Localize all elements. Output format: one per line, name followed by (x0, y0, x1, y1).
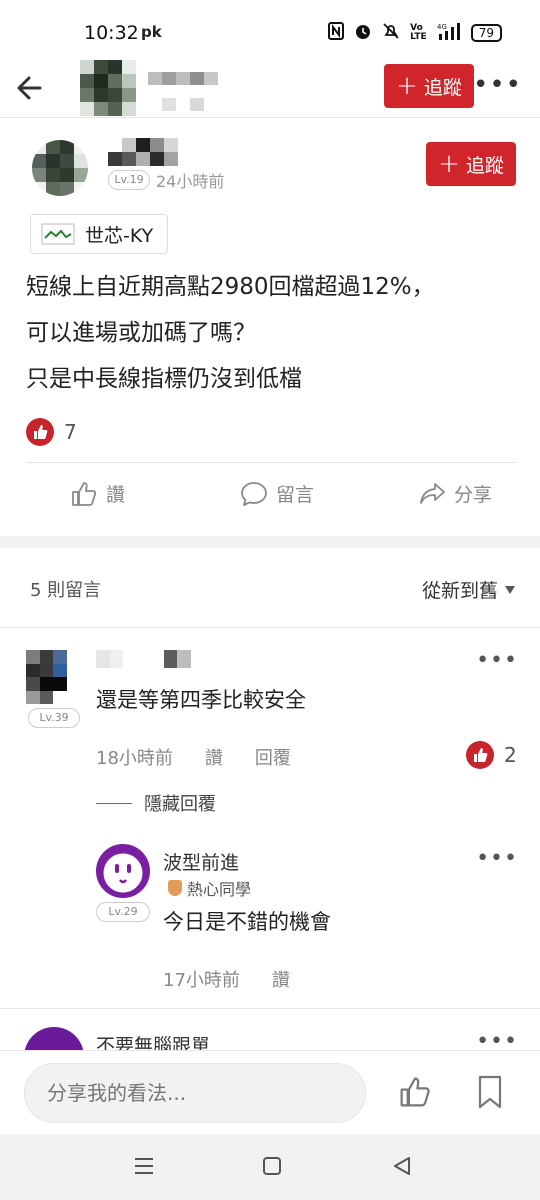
hide-replies-button[interactable]: 隱藏回覆 (96, 790, 216, 816)
comment-more-icon[interactable]: ••• (476, 1029, 518, 1052)
home-icon[interactable] (260, 1154, 284, 1182)
signal-icon: 4G (437, 22, 461, 44)
comment-like-count: 2 (504, 743, 517, 767)
post-author-avatar[interactable] (32, 140, 88, 196)
status-time: 10:32 (84, 22, 139, 44)
back-button[interactable] (14, 70, 50, 106)
comment-more-icon[interactable]: ••• (476, 648, 518, 673)
header-author-name[interactable] (148, 72, 218, 112)
like-icon (26, 418, 54, 446)
comment-time: 18小時前 (96, 748, 173, 769)
comment-like-summary[interactable]: 2 (466, 741, 517, 769)
comment-text: 還是等第四季比較安全 (96, 688, 306, 712)
header-follow-button[interactable]: + 追蹤 (384, 64, 474, 108)
reply-like-button[interactable]: 讚 (272, 966, 290, 992)
like-label: 讚 (106, 484, 126, 506)
comment-level-badge: Lv.39 (28, 708, 80, 728)
reply-badge-label: 熱心同學 (187, 880, 252, 899)
post-action-bar: 讚 留言 分享 (0, 480, 540, 520)
divider (26, 462, 516, 463)
follow-label: 追蹤 (423, 76, 462, 99)
sort-label: 從新到舊 (421, 580, 498, 602)
reply-text: 今日是不錯的機會 (163, 910, 331, 934)
author-level-badge: Lv.19 (108, 170, 150, 190)
like-icon (466, 741, 494, 769)
back-arrow-icon (17, 76, 42, 100)
comment-author-name[interactable] (96, 650, 206, 670)
reply-author-name[interactable]: 波型前進 (163, 848, 239, 875)
comment-author-avatar[interactable] (26, 650, 80, 704)
stock-tag[interactable]: 世芯-KY (30, 214, 169, 254)
top-app-bar: + 追蹤 ••• (0, 60, 540, 118)
plus-icon: + (396, 71, 418, 101)
post-body-line: 可以進場或加碼了嗎？ (26, 320, 256, 346)
post-body-line: 只是中長線指標仍沒到低檔 (26, 366, 302, 392)
share-label: 分享 (454, 484, 493, 506)
post-body: 短線上自近期高點2980回檔超過12%， 可以進場或加碼了嗎？ 只是中長線指標仍… (26, 264, 526, 402)
follow-label: 追蹤 (465, 154, 504, 177)
comments-header: 5 則留言 從新到舊 (0, 548, 540, 628)
share-arrow-icon (420, 482, 445, 504)
status-icons: Vo LTE 4G 79 (328, 22, 502, 44)
reply-level-badge: Lv.29 (96, 902, 150, 922)
back-triangle-icon[interactable] (390, 1154, 414, 1182)
stock-tag-label: 世芯-KY (85, 224, 154, 247)
system-nav-bar (0, 1134, 540, 1200)
section-separator (0, 536, 540, 548)
comment-item: 不要無腦跟單 ••• (0, 1008, 540, 1052)
mute-icon (382, 22, 400, 44)
nfc-icon (328, 22, 345, 44)
reply-more-icon[interactable]: ••• (476, 846, 518, 871)
reply-author-avatar[interactable] (96, 844, 150, 898)
post-author-name[interactable] (108, 138, 192, 170)
comment-input[interactable] (24, 1063, 366, 1123)
cartoon-face-icon (100, 850, 146, 896)
reply-meta: 17小時前 讚 (163, 966, 290, 992)
post-follow-button[interactable]: + 追蹤 (426, 142, 516, 186)
post-time: 24小時前 (156, 172, 225, 191)
header-author-avatar[interactable] (80, 60, 136, 116)
comment-meta: 18小時前 讚 回覆 (96, 744, 291, 770)
comment-like-button[interactable]: 讚 (205, 744, 223, 770)
status-bar: 10:32 pk Vo LTE 4G 79 (0, 0, 540, 64)
comment-input-bar (0, 1050, 540, 1134)
caret-down-icon (505, 585, 515, 594)
like-button[interactable]: 讚 (70, 480, 125, 507)
menu-icon[interactable] (132, 1154, 156, 1182)
alarm-icon (354, 22, 372, 44)
comment-button[interactable]: 留言 (240, 480, 314, 507)
comment-bubble-icon (241, 481, 267, 506)
divider (96, 802, 132, 804)
shield-icon (168, 880, 182, 896)
comment-author-avatar[interactable] (24, 1027, 84, 1052)
svg-text:4G: 4G (437, 23, 447, 31)
comment-label: 留言 (276, 484, 315, 506)
comments-count: 5 則留言 (30, 580, 102, 601)
battery-icon: 79 (470, 24, 502, 42)
more-options-icon[interactable]: ••• (473, 70, 522, 100)
post-like-count: 7 (64, 420, 77, 444)
reply-time: 17小時前 (163, 970, 240, 991)
reply-author-badge: 熱心同學 (168, 876, 251, 900)
volte-icon: Vo LTE (410, 23, 427, 42)
stock-chart-icon (41, 223, 75, 245)
plus-icon: + (438, 149, 460, 179)
comment-author-name[interactable]: 不要無腦跟單 (96, 1031, 210, 1052)
post-like-summary[interactable]: 7 (26, 418, 77, 446)
sort-dropdown[interactable]: 從新到舊 (422, 576, 516, 603)
bookmark-icon[interactable] (476, 1075, 504, 1113)
comment-reply-button[interactable]: 回覆 (255, 744, 291, 770)
app-notification-icon: pk (141, 23, 162, 41)
post-body-line: 短線上自近期高點2980回檔超過12%， (26, 274, 435, 300)
hide-replies-label: 隱藏回覆 (144, 794, 216, 815)
thumbs-up-icon (72, 481, 97, 506)
thumbs-up-icon[interactable] (398, 1075, 432, 1113)
share-button[interactable]: 分享 (418, 480, 492, 507)
